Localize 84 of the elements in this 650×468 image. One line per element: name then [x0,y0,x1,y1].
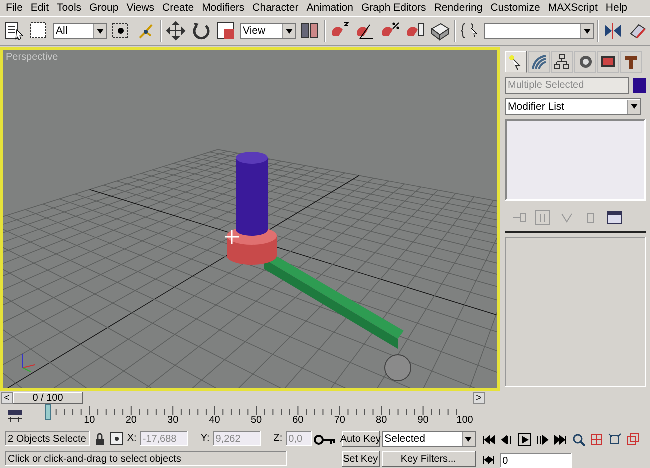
menu-item[interactable]: Character [248,2,303,14]
time-configuration-icon[interactable] [482,453,496,467]
object-color-swatch[interactable] [633,78,646,93]
selection-filter-dropdown[interactable]: All [53,23,107,39]
menu-item[interactable]: Customize [486,2,544,14]
mirror-icon[interactable] [602,20,624,42]
frame-number: 30 [168,415,179,426]
zoom-extents-icon[interactable] [608,433,622,447]
sphere-drawing[interactable] [384,354,412,382]
modify-tab[interactable] [528,51,550,73]
next-frame-button[interactable]: > [473,392,485,404]
menu-item[interactable]: File [2,2,27,14]
menu-item[interactable]: Graph Editors [357,2,430,14]
frame-number: 70 [334,415,346,426]
caret-icon[interactable] [96,28,104,34]
configure-sets-icon[interactable] [607,210,623,226]
named-selection-dropdown[interactable] [484,23,594,39]
zoom-extents-all-icon[interactable] [626,433,640,447]
menu-item[interactable]: Rendering [430,2,487,14]
hierarchy-tab[interactable] [551,51,573,73]
zoom-icon[interactable] [572,433,586,447]
menu-item[interactable]: MAXScript [544,2,602,14]
curves-icon [531,54,547,70]
absolute-mode-icon[interactable] [110,432,124,446]
time-marker[interactable] [45,404,51,420]
frame-number: 50 [250,415,262,426]
motion-tab[interactable] [574,51,596,73]
caret-icon[interactable] [630,104,638,109]
z-label: Z: [274,433,283,444]
previous-frame-button[interactable]: < [1,392,13,404]
hammer-icon [623,54,639,70]
selection-count: 2 Objects Selecte [5,431,90,446]
create-tab[interactable] [505,51,527,73]
menu-item[interactable]: Tools [53,2,86,14]
frame-number: 20 [126,415,137,426]
frame-number: 80 [376,415,388,426]
frame-number: 90 [418,415,429,426]
modifier-stack-list[interactable] [505,119,646,201]
y-label: Y: [200,433,210,444]
scale-icon[interactable] [215,20,237,42]
modifier-list-dropdown[interactable]: Modifier List [505,98,641,115]
caret-icon[interactable] [584,28,590,34]
menu-item[interactable]: Views [122,2,159,14]
frame-number: 100 [456,415,474,426]
caret-icon[interactable] [286,28,292,34]
track-bar[interactable]: 10 20 30 40 50 60 70 80 90 100 [33,404,479,430]
auto-key-button[interactable]: Auto Key [342,431,380,447]
previous-frame-icon[interactable] [500,433,514,447]
caret-icon[interactable] [465,436,472,442]
reference-coordinate-dropdown[interactable]: View [240,23,296,39]
top-cylinder-drawing[interactable] [236,152,268,236]
wheel-icon [577,54,593,70]
base-cylinder-drawing[interactable] [227,227,277,265]
key-mode-dropdown[interactable]: Selected [382,431,476,447]
cursor-icon [224,229,240,245]
utilities-tab[interactable] [620,51,642,73]
zoom-all-icon[interactable] [590,433,604,447]
menu-item[interactable]: Group [86,2,123,14]
next-frame-icon[interactable] [536,433,550,447]
time-slider-thumb[interactable]: 0 / 100 [13,392,83,404]
menu-item[interactable]: Create [158,2,198,14]
arrow-cursor-icon [508,54,524,70]
move-icon[interactable] [165,20,187,42]
x-label: X: [127,433,137,444]
frame-number: 40 [209,415,220,426]
select-list-icon[interactable] [3,20,25,42]
frame-number: 60 [292,415,304,426]
frame-number: 10 [84,415,96,426]
time-slider-track[interactable]: 0 / 100 [13,392,473,404]
menu-item[interactable]: Animation [302,2,358,14]
monitor-icon [600,54,616,70]
go-to-end-icon[interactable] [554,433,568,447]
menu-item[interactable]: Edit [26,2,54,14]
key-filters-button[interactable]: Key Filters... [382,451,476,467]
menu-item[interactable]: Modifiers [198,2,249,14]
hierarchy-icon [554,54,570,70]
axis-tripod-icon [22,354,36,372]
menu-item[interactable]: Help [602,2,632,14]
toggle-track-bar-icon[interactable] [7,409,23,425]
set-key-button[interactable]: Set Key [342,451,380,467]
current-frame-field[interactable]: 0 [500,452,572,468]
go-to-start-icon[interactable] [482,433,496,447]
display-tab[interactable] [597,51,619,73]
play-icon[interactable] [518,433,532,447]
